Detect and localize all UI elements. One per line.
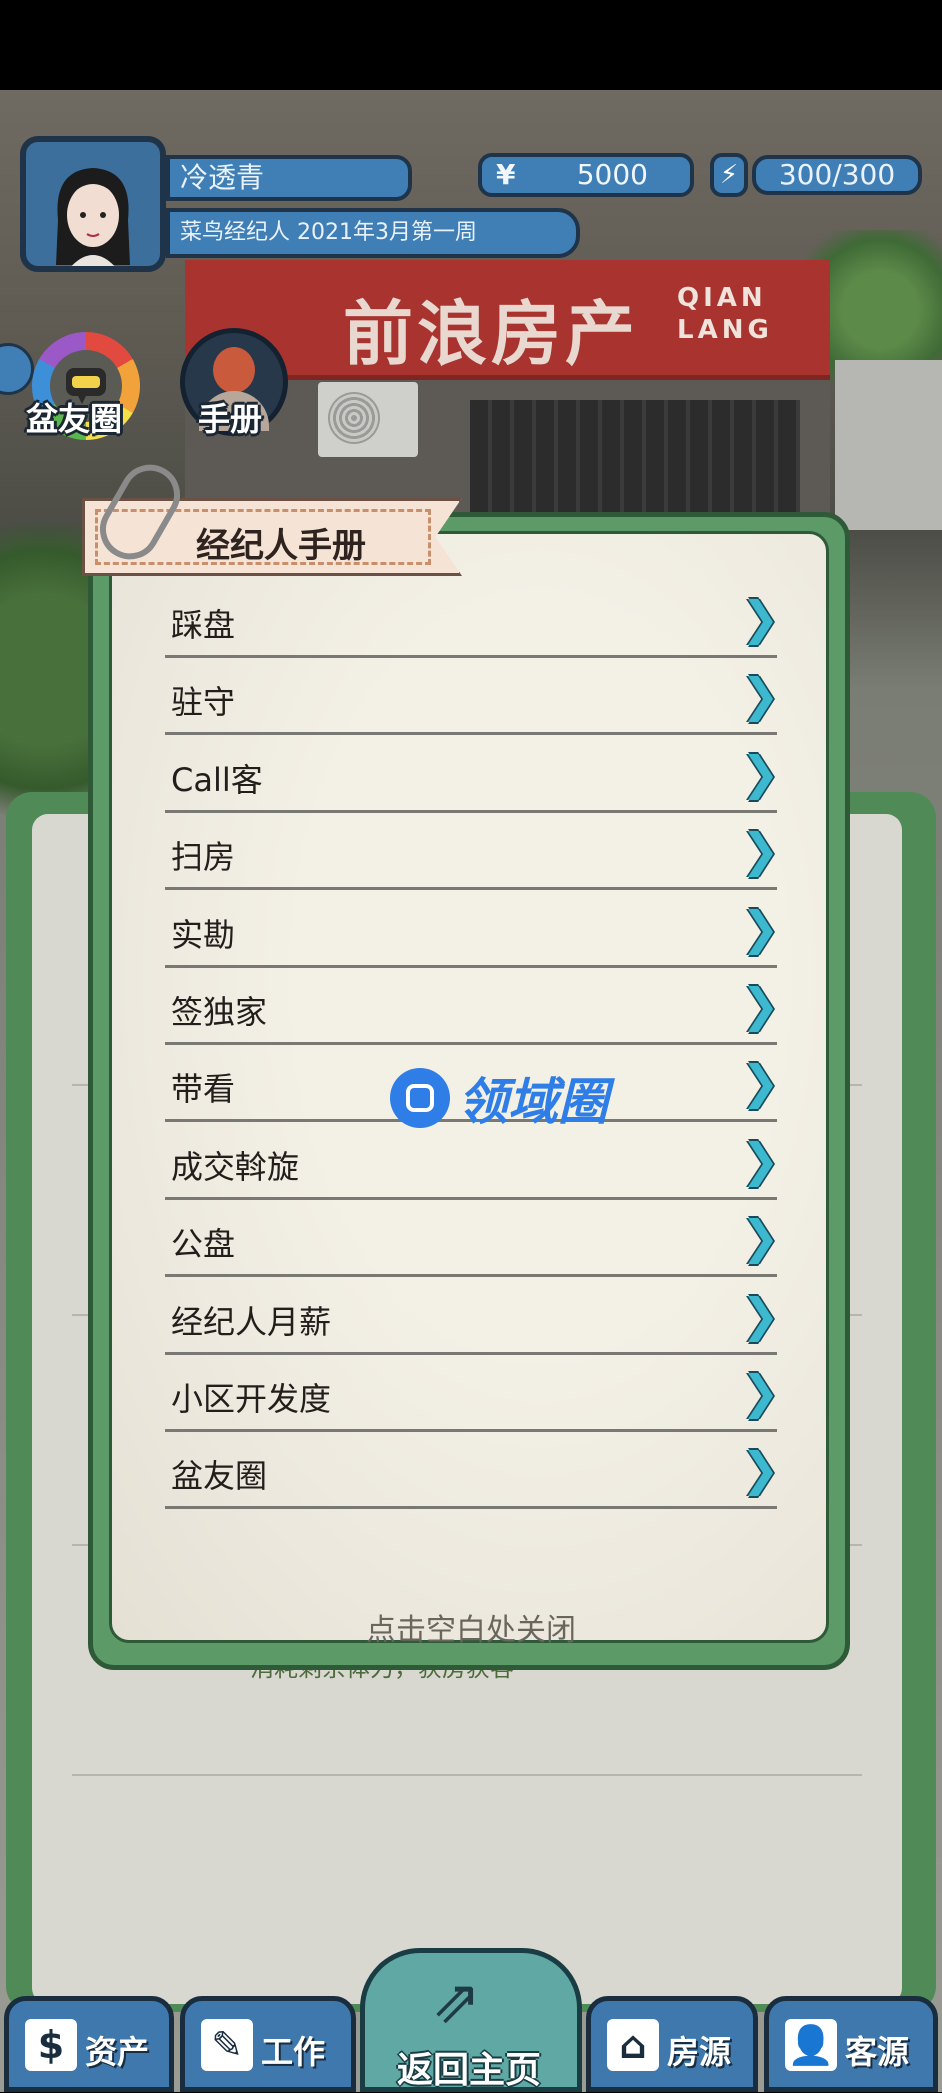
lightning-icon: ⚡ <box>710 153 748 197</box>
energy-counter: 300/300 <box>752 155 922 195</box>
nav-home-label: 返回主页 <box>397 2050 542 2091</box>
yuan-icon: ¥ <box>496 158 516 191</box>
nav-listings-label: 房源 <box>667 2033 732 2071</box>
manual-label: 手册 <box>198 400 263 438</box>
nav-home-button[interactable]: ⇗ 返回主页 <box>360 1948 582 2092</box>
player-name: 冷透青 <box>166 155 412 201</box>
chevron-right-icon[interactable]: ❯ <box>741 595 780 641</box>
money-counter: ¥ 5000 <box>478 153 694 197</box>
manual-item-label: 小区开发度 <box>171 1380 332 1418</box>
store-sign-chinese: 前浪房产 <box>343 292 639 375</box>
modal-title: 经纪人手册 <box>196 526 366 566</box>
nav-work-label: 工作 <box>261 2033 326 2071</box>
share-arrow-icon: ⇗ <box>431 1967 482 2037</box>
manual-item[interactable]: 实勘 ❯ <box>165 892 780 968</box>
manual-item-label: 踩盘 <box>171 606 236 644</box>
building-window <box>835 360 942 530</box>
house-icon: ⌂ <box>607 2019 659 2071</box>
manual-item[interactable]: 踩盘 ❯ <box>165 582 780 658</box>
manual-item-label: 签独家 <box>171 993 268 1031</box>
manual-item[interactable]: 签独家 ❯ <box>165 969 780 1045</box>
chevron-right-icon[interactable]: ❯ <box>741 672 780 718</box>
chevron-right-icon[interactable]: ❯ <box>741 750 780 796</box>
manual-item[interactable]: 经纪人月薪 ❯ <box>165 1279 780 1355</box>
chevron-right-icon[interactable]: ❯ <box>741 1214 780 1260</box>
chevron-right-icon[interactable]: ❯ <box>741 1446 780 1492</box>
manual-item[interactable]: 公盘 ❯ <box>165 1201 780 1278</box>
manual-item-label: 扫房 <box>171 838 236 877</box>
person-icon: 👤 <box>785 2019 837 2071</box>
nav-clients-button[interactable]: 👤 客源 <box>764 1996 938 2092</box>
chevron-right-icon[interactable]: ❯ <box>741 827 780 873</box>
manual-item[interactable]: 成交斡旋 ❯ <box>165 1124 780 1200</box>
nav-listings-button[interactable]: ⌂ 房源 <box>586 1996 758 2092</box>
chevron-right-icon[interactable]: ❯ <box>741 1292 780 1338</box>
chevron-right-icon[interactable]: ❯ <box>741 982 780 1028</box>
dollar-icon: $ <box>25 2019 77 2071</box>
avatar-portrait-icon <box>56 168 130 266</box>
manual-item[interactable]: Call客 ❯ <box>165 737 780 813</box>
manual-item-label: 成交斡旋 <box>171 1147 300 1186</box>
ac-unit <box>318 382 418 457</box>
nav-clients-label: 客源 <box>845 2033 910 2071</box>
manual-item[interactable]: 盆友圈 ❯ <box>165 1433 780 1510</box>
manual-item[interactable]: 小区开发度 ❯ <box>165 1356 780 1432</box>
chevron-right-icon[interactable]: ❯ <box>741 1137 780 1183</box>
player-rank-date: 菜鸟经纪人 2021年3月第一周 <box>166 208 580 258</box>
manual-item-label: 盆友圈 <box>171 1457 268 1496</box>
manual-avatar-icon <box>213 347 255 393</box>
edit-icon: ✎ <box>201 2019 253 2071</box>
nav-assets-label: 资产 <box>85 2033 150 2071</box>
nav-assets-button[interactable]: $ 资产 <box>4 1996 174 2092</box>
manual-item[interactable]: 扫房 ❯ <box>165 814 780 891</box>
chevron-right-icon[interactable]: ❯ <box>741 905 780 951</box>
chevron-right-icon[interactable]: ❯ <box>741 1369 780 1415</box>
manual-item-label: 带看 <box>171 1070 236 1109</box>
manual-item-label: 公盘 <box>171 1225 236 1264</box>
watermark-text: 领域圈 <box>458 1073 608 1131</box>
player-avatar[interactable] <box>20 136 166 272</box>
manual-item-label: 驻守 <box>171 683 236 722</box>
manual-item-label: Call客 <box>171 760 263 799</box>
money-value: 5000 <box>576 158 648 191</box>
watermark: 领域圈 <box>390 1068 608 1131</box>
manual-item-label: 实勘 <box>171 915 236 954</box>
nav-work-button[interactable]: ✎ 工作 <box>180 1996 356 2092</box>
watermark-logo-icon <box>390 1068 450 1128</box>
store-sign-english: QIAN LANG <box>677 283 773 345</box>
manual-item-label: 经纪人月薪 <box>171 1302 332 1341</box>
close-hint[interactable]: 点击空白处关闭 <box>0 1605 942 1649</box>
chevron-right-icon[interactable]: ❯ <box>741 1059 780 1105</box>
manual-item[interactable]: 驻守 ❯ <box>165 659 780 736</box>
chat-bubble-icon <box>66 368 106 404</box>
ac-fan <box>328 392 380 444</box>
